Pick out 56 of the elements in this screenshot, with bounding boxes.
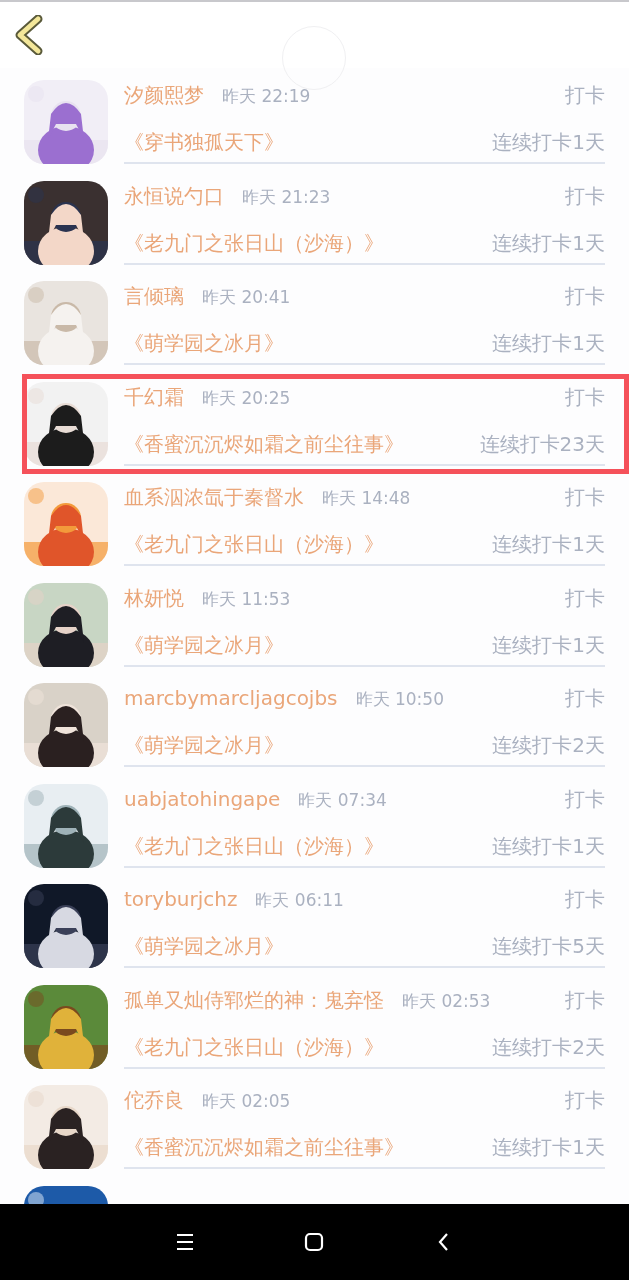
streak-text: 连续打卡5天 [492,933,605,961]
streak-text: 连续打卡2天 [492,732,605,760]
timestamp: 昨天 21:23 [242,185,331,209]
book-title: 《萌学园之冰月》 [124,631,284,659]
timestamp: 昨天 11:53 [202,587,291,611]
user-name: toryburjchz [124,887,238,912]
user-name: 千幻霜 [124,383,184,411]
timestamp: 昨天 20:25 [202,386,291,410]
user-name: marcbymarcljagcojbs [124,686,338,711]
timestamp: 昨天 06:11 [255,889,344,913]
streak-text: 连续打卡1天 [492,832,605,860]
book-title: 《老九门之张日山（沙海）》 [124,832,384,860]
user-name: 言倾璃 [124,283,184,311]
checkin-label: 打卡 [565,383,605,411]
user-name: 佗乔良 [124,1087,184,1115]
book-title: 《老九门之张日山（沙海）》 [124,1033,384,1061]
user-name: 汐颜熙梦 [124,82,204,110]
streak-text: 连续打卡2天 [492,1033,605,1061]
streak-text: 连续打卡23天 [479,430,605,458]
streak-text: 连续打卡1天 [492,631,605,659]
checkin-label: 打卡 [565,1087,605,1115]
book-title: 《穿书独孤天下》 [124,129,284,157]
streak-text: 连续打卡1天 [492,1134,605,1162]
streak-text: 连续打卡1天 [492,229,605,257]
book-title: 《香蜜沉沉烬如霜之前尘往事》 [124,430,404,458]
timestamp: 昨天 02:53 [402,989,491,1013]
book-title: 《萌学园之冰月》 [124,933,284,961]
timestamp: 昨天 10:50 [355,688,444,712]
book-title: 《萌学园之冰月》 [124,732,284,760]
user-name: 永恒说勺口 [124,182,224,210]
user-name: 林妍悦 [124,584,184,612]
user-name: uabjatohingape [124,786,281,811]
timestamp: 昨天 07:34 [298,788,387,812]
timestamp: 昨天 14:48 [322,487,411,511]
timestamp: 昨天 02:05 [202,1090,291,1114]
book-title: 《萌学园之冰月》 [124,330,284,358]
streak-text: 连续打卡1天 [492,531,605,559]
book-title: 《老九门之张日山（沙海）》 [124,531,384,559]
streak-text: 连续打卡1天 [492,330,605,358]
checkin-label: 打卡 [565,584,605,612]
timestamp: 昨天 22:19 [222,85,311,109]
checkin-label: 打卡 [565,685,605,713]
user-name: 血系泅浓氙于秦督水 [124,484,304,512]
streak-text: 连续打卡1天 [492,129,605,157]
checkin-label: 打卡 [565,82,605,110]
checkin-label: 打卡 [565,484,605,512]
book-title: 《老九门之张日山（沙海）》 [124,229,384,257]
checkin-label: 打卡 [565,886,605,914]
book-title: 《香蜜沉沉烬如霜之前尘往事》 [124,1134,404,1162]
timestamp: 昨天 20:41 [202,286,291,310]
checkin-label: 打卡 [565,283,605,311]
back-icon[interactable] [14,15,44,55]
checkin-label: 打卡 [565,785,605,813]
checkin-label: 打卡 [565,182,605,210]
checkin-label: 打卡 [565,986,605,1014]
user-name: 孤单又灿侍郓烂的神：鬼弃怪 [124,986,384,1014]
